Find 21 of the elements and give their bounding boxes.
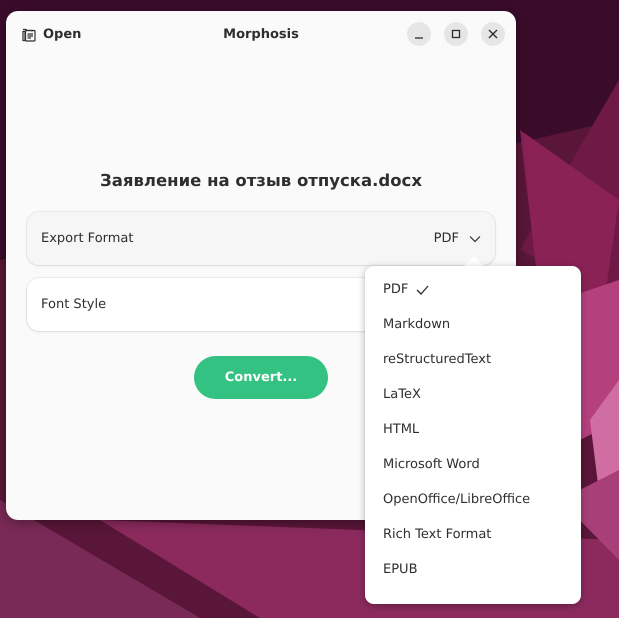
- minimize-icon: [415, 36, 423, 38]
- menu-item[interactable]: LaTeX: [365, 377, 581, 412]
- close-icon: [488, 29, 498, 39]
- document-title: Заявление на отзыв отпуска.docx: [100, 171, 422, 190]
- row-label: Font Style: [41, 297, 106, 312]
- chevron-down-icon: [469, 234, 481, 242]
- menu-item[interactable]: Rich Text Format: [365, 517, 581, 552]
- menu-item[interactable]: EPUB: [365, 552, 581, 587]
- menu-item[interactable]: HTML: [365, 412, 581, 447]
- menu-item[interactable]: Microsoft Word: [365, 447, 581, 482]
- close-button[interactable]: [481, 22, 505, 46]
- settings-row[interactable]: Export Format PDF: [27, 212, 495, 265]
- documents-icon: [21, 26, 37, 42]
- row-label: Export Format: [41, 231, 134, 246]
- maximize-icon: [451, 29, 461, 39]
- menu-item[interactable]: OpenOffice/LibreOffice: [365, 482, 581, 517]
- menu-item[interactable]: reStructuredText: [365, 342, 581, 377]
- open-button[interactable]: Open: [18, 22, 84, 46]
- maximize-button[interactable]: [444, 22, 468, 46]
- window-title: Morphosis: [223, 26, 299, 42]
- dropdown-value: PDF: [434, 231, 459, 246]
